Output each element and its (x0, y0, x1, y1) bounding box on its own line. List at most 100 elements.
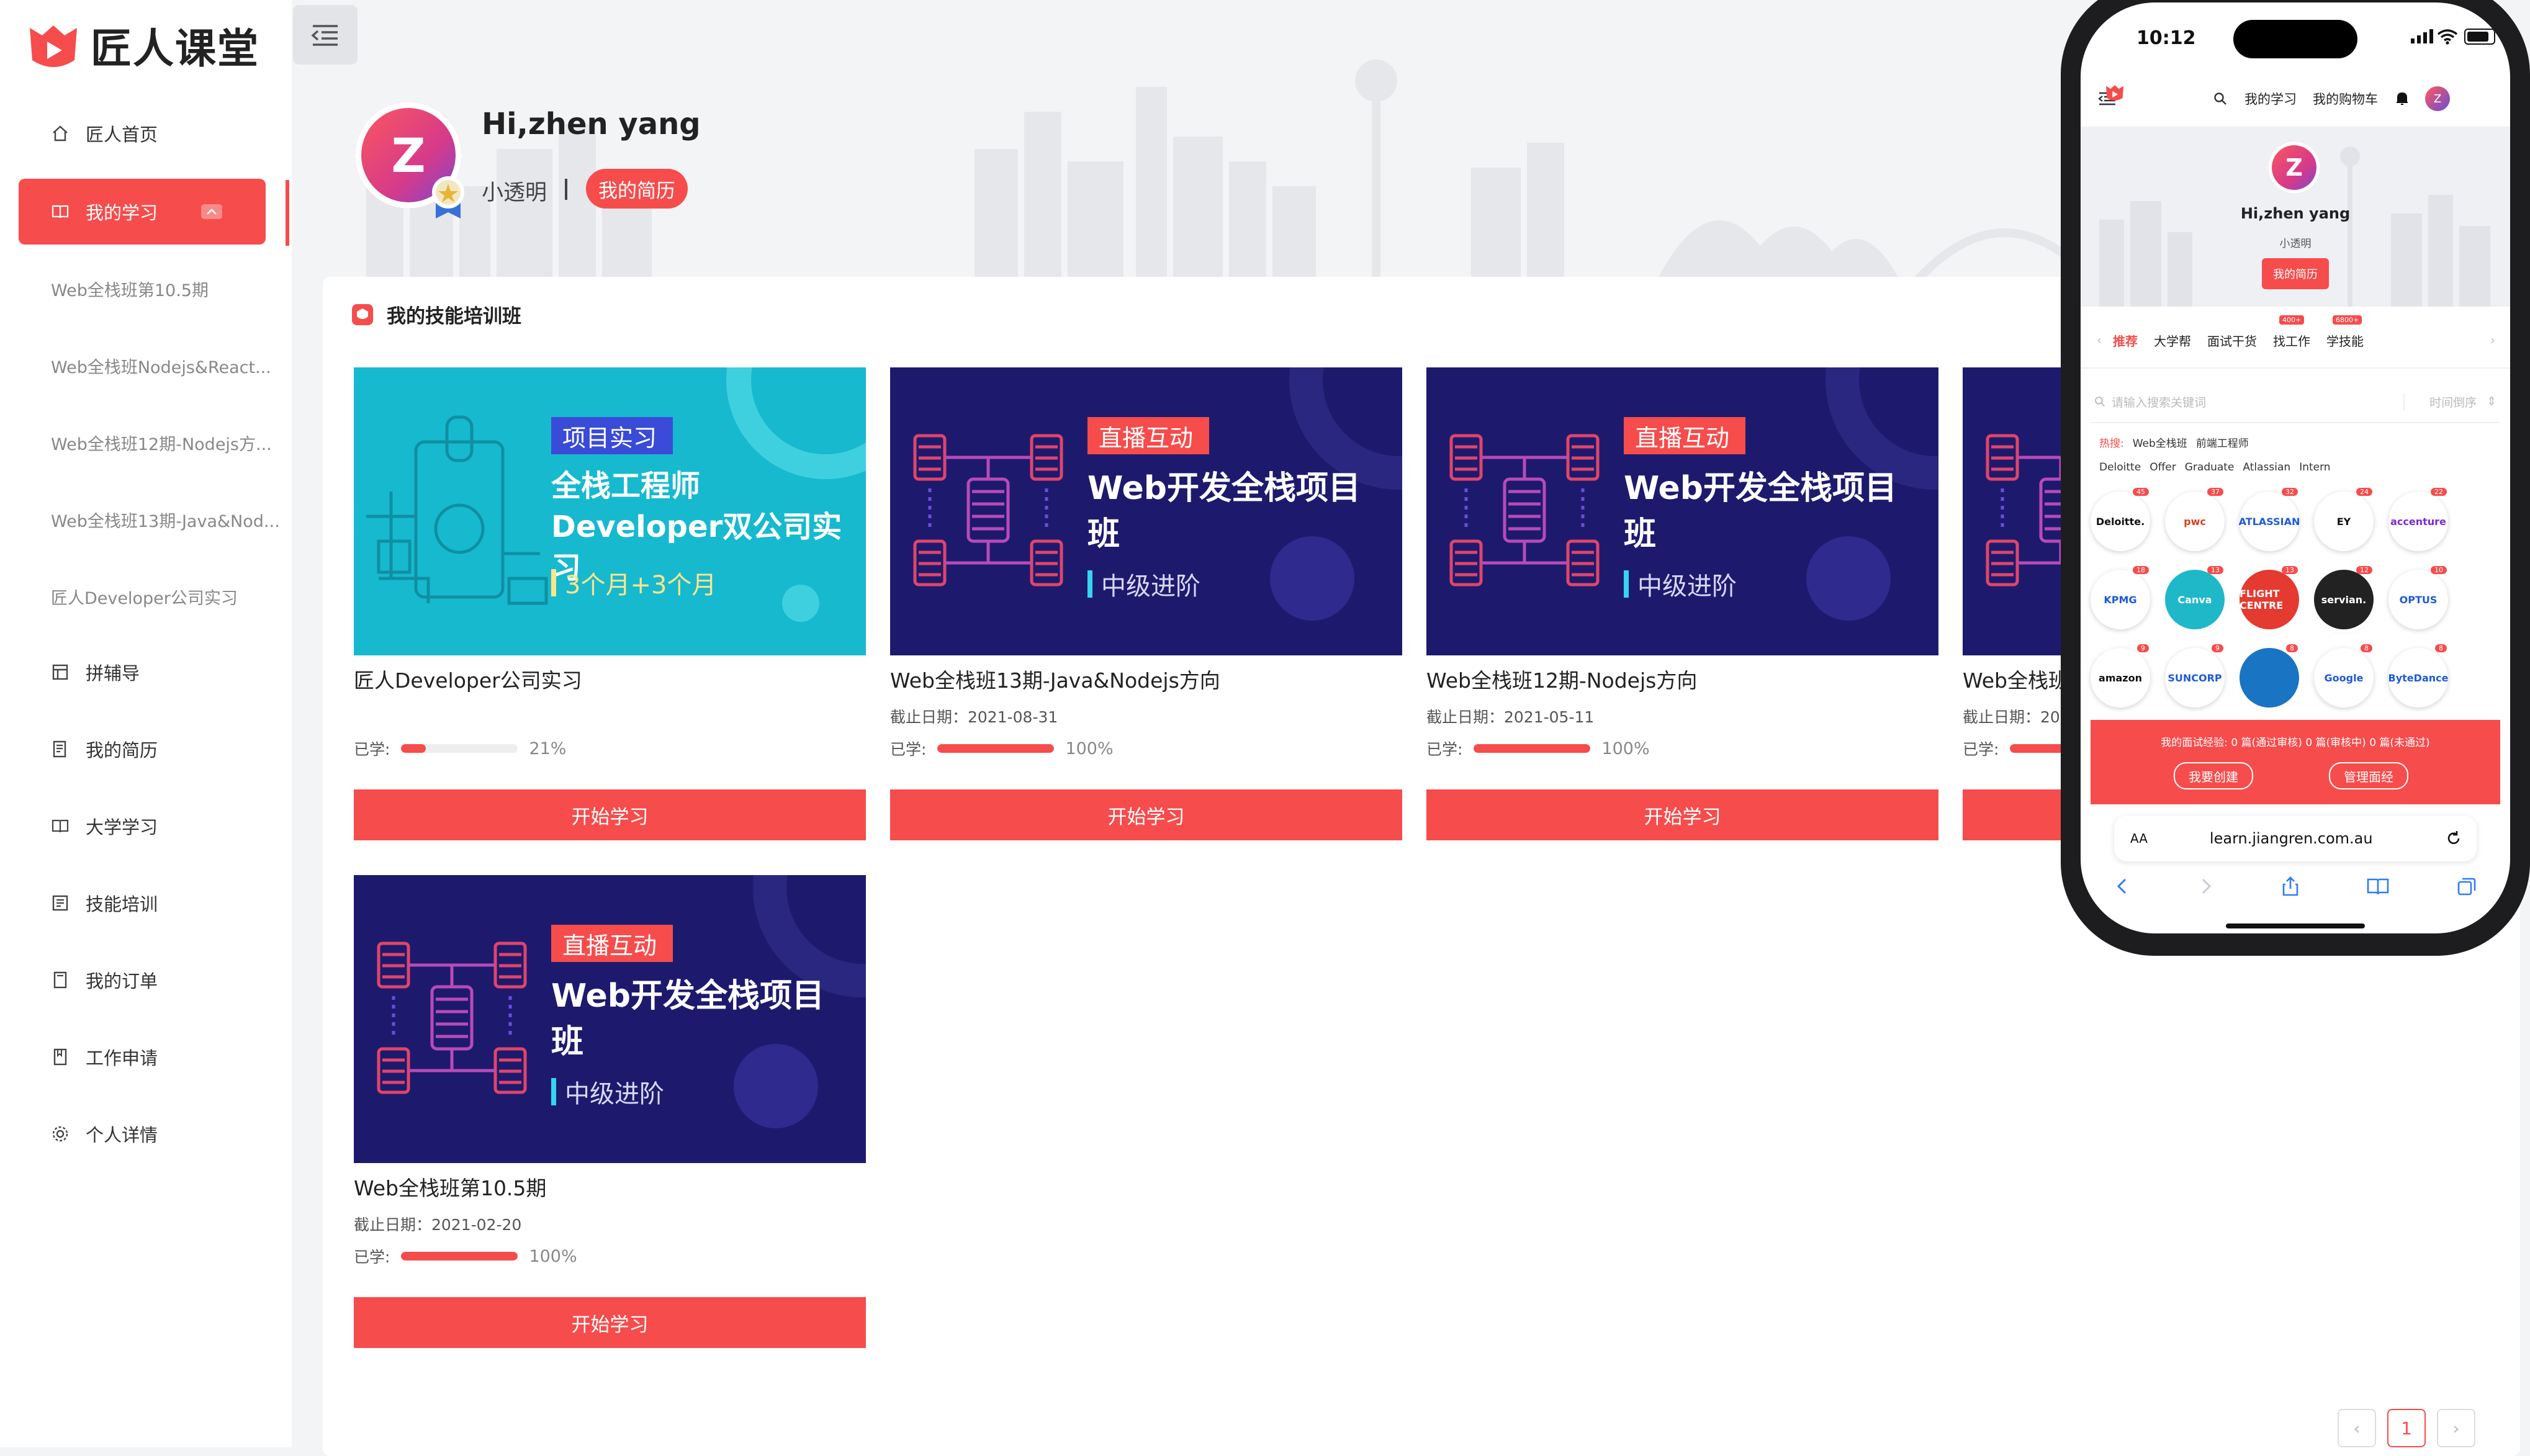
course-title[interactable]: Web全栈班第10.5期 (354, 1172, 546, 1202)
course-deadline: 截止日期：2021-08-31 (890, 708, 1058, 726)
course-banner[interactable]: 项目实习 全栈工程师Developer双公司实习 3个月+3个月 (354, 367, 866, 655)
tab-skills[interactable]: 6800+ 学技能 (2326, 315, 2364, 349)
banner-tag: 项目实习 (551, 417, 673, 454)
company-logo[interactable]: Deloitte. 45 (2091, 488, 2150, 551)
sidebar-subitem[interactable]: 匠人Developer公司实习 (51, 585, 287, 609)
company-name: ByteDance (2388, 672, 2449, 684)
brand-logo[interactable]: 匠人课堂 (25, 11, 259, 79)
phone-screen: 10:12 我的学习 我的购物车 Z Z Hi,zhen yang 小透明 我的… (2081, 2, 2510, 933)
company-logo[interactable]: OPTUS 10 (2388, 566, 2448, 629)
company-logo[interactable]: SUNCORP 9 (2165, 644, 2225, 708)
share-icon[interactable] (2281, 876, 2300, 897)
course-title[interactable]: Web全栈班12期-Nodejs方向 (1426, 664, 1697, 694)
sidebar-subitem[interactable]: Web全栈班12期-Nodejs方... (51, 431, 287, 455)
back-icon[interactable] (2114, 876, 2130, 897)
sort-select[interactable]: 时间倒序 (2403, 393, 2477, 410)
course-banner[interactable]: 直播互动 Web开发全栈项目班中级进阶 (354, 875, 866, 1163)
company-logo[interactable]: 8 (2240, 644, 2299, 708)
phone-link-my-learning[interactable]: 我的学习 (2244, 89, 2297, 108)
company-logo[interactable]: FLIGHT CENTRE 13 (2240, 566, 2299, 629)
company-logo[interactable]: Google 8 (2314, 644, 2374, 708)
manage-experience-button[interactable]: 管理面经 (2329, 762, 2408, 789)
prev-page-button[interactable]: ‹ (2338, 1409, 2376, 1447)
bell-icon[interactable] (2395, 91, 2409, 106)
tabs-icon[interactable] (2457, 876, 2477, 896)
hot-term[interactable]: Web全栈班 (2133, 438, 2187, 450)
hot-badge: 400+ (2279, 315, 2305, 325)
next-page-button[interactable]: › (2437, 1409, 2475, 1447)
course-title[interactable]: 匠人Developer公司实习 (354, 664, 582, 694)
sidebar-subitem[interactable]: Web全栈班13期-Java&Nod... (51, 508, 287, 532)
company-logo[interactable]: EY 24 (2314, 488, 2374, 551)
sidebar-item-my-learning[interactable]: 我的学习 (19, 179, 266, 245)
hot-term[interactable]: Deloitte (2099, 461, 2141, 474)
tab-jobs[interactable]: 400+ 找工作 (2273, 315, 2310, 349)
hot-term[interactable]: Graduate (2185, 461, 2235, 474)
company-logo[interactable]: amazon 9 (2091, 644, 2150, 708)
create-experience-button[interactable]: 我要创建 (2174, 762, 2253, 789)
phone-search-bar[interactable]: 请输入搜索关键词 时间倒序 ⇕ (2091, 381, 2500, 423)
phone-avatar[interactable]: Z (2425, 86, 2450, 111)
sidebar-subitem[interactable]: Web全栈班Nodejs&React... (51, 354, 287, 378)
search-icon[interactable] (2213, 92, 2227, 106)
company-logo[interactable]: Canva 13 (2165, 566, 2225, 629)
logo-icon[interactable] (2104, 82, 2125, 103)
course-banner[interactable]: 直播互动 Web开发全栈项目班中级进阶 (890, 367, 1402, 655)
my-resume-button[interactable]: 我的简历 (2262, 258, 2329, 289)
tab-recommend[interactable]: 推荐 (2113, 331, 2138, 349)
company-logo[interactable]: ATLASSIAN 32 (2239, 488, 2300, 551)
accent-bar (551, 569, 556, 596)
collapse-menu-button[interactable] (293, 5, 358, 65)
company-name: Google (2324, 672, 2364, 684)
start-learning-button[interactable]: 开始学习 (354, 1297, 866, 1348)
sidebar-item-resume[interactable]: 我的简历 (19, 716, 266, 782)
pagination: ‹ 1 › (2338, 1409, 2487, 1447)
sidebar-item-job-apply[interactable]: 工作申请 (19, 1024, 266, 1090)
training-badge-icon (352, 303, 373, 325)
forward-icon[interactable] (2198, 876, 2214, 897)
search-input[interactable]: 请输入搜索关键词 (2112, 393, 2206, 410)
start-learning-button[interactable]: 开始学习 (354, 789, 866, 840)
company-logo[interactable]: accenture 22 (2388, 488, 2448, 551)
start-learning-button[interactable]: 开始学习 (890, 789, 1402, 840)
avatar-letter: Z (391, 127, 426, 183)
sidebar-item-home[interactable]: 匠人首页 (19, 101, 266, 166)
text-size-button[interactable]: AA (2130, 831, 2148, 846)
hot-term[interactable]: Offer (2150, 461, 2176, 474)
course-title[interactable]: Web全栈班 (1963, 664, 2069, 694)
tab-university[interactable]: 大学帮 (2154, 331, 2191, 349)
company-logo[interactable]: KPMG 18 (2091, 566, 2150, 629)
chevron-left-icon[interactable]: ‹ (2097, 333, 2102, 348)
course-banner[interactable]: 直播互动 Web开发全栈项目班中级进阶 (1426, 367, 1938, 655)
company-logo[interactable]: ByteDance 8 (2388, 644, 2449, 708)
hot-term[interactable]: Intern (2299, 461, 2330, 474)
company-name: accenture (2390, 515, 2446, 528)
chevron-right-icon[interactable]: › (2490, 333, 2495, 348)
sidebar-item-label: 大学学习 (86, 817, 158, 838)
page-button[interactable]: 1 (2387, 1409, 2426, 1447)
sidebar: 匠人课堂 匠人首页 我的学习 Web全栈班第10.5期 Web全栈班Nodejs… (0, 0, 292, 1447)
company-logo[interactable]: servian. 12 (2314, 566, 2374, 629)
hot-term[interactable]: Atlassian (2243, 461, 2290, 474)
chevron-up-icon[interactable] (201, 204, 222, 219)
count-badge: 8 (2286, 644, 2298, 652)
sidebar-item-profile[interactable]: 个人详情 (19, 1101, 266, 1167)
reload-icon[interactable] (2446, 830, 2462, 847)
my-resume-button[interactable]: 我的简历 (586, 169, 688, 209)
avatar[interactable]: Z (2268, 142, 2320, 194)
course-title[interactable]: Web全栈班13期-Java&Nodejs方向 (890, 664, 1220, 694)
count-badge: 13 (2207, 566, 2223, 574)
sidebar-item-tutoring[interactable]: 拼辅导 (19, 639, 266, 705)
sidebar-item-training[interactable]: 技能培训 (19, 870, 266, 936)
company-logo[interactable]: pwc 37 (2165, 488, 2225, 551)
sidebar-item-orders[interactable]: 我的订单 (19, 947, 266, 1013)
sidebar-item-university[interactable]: 大学学习 (19, 793, 266, 859)
hot-term[interactable]: 前端工程师 (2196, 438, 2249, 450)
status-time: 10:12 (2136, 27, 2196, 49)
phone-link-cart[interactable]: 我的购物车 (2313, 89, 2378, 108)
safari-url-bar[interactable]: AA learn.jiangren.com.au (2114, 816, 2477, 861)
tab-interview[interactable]: 面试干货 (2207, 331, 2257, 349)
sidebar-subitem[interactable]: Web全栈班第10.5期 (51, 277, 287, 301)
bookmarks-icon[interactable] (2367, 877, 2389, 896)
start-learning-button[interactable]: 开始学习 (1426, 789, 1938, 840)
